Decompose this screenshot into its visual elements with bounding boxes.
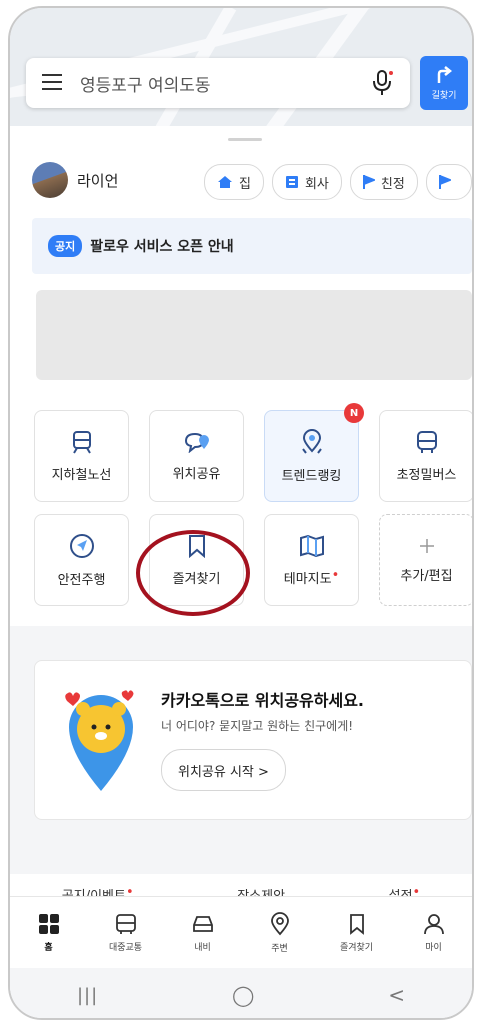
theme-map-icon — [299, 534, 324, 557]
menu-grid: 지하철노선 위치공유 N 트렌드랭킹 초정밀버스 안전주행 즐겨찾기 테마지도•… — [34, 403, 472, 606]
bookmark-icon — [188, 534, 205, 558]
tile-label-wrap: 테마지도• — [284, 568, 340, 587]
search-location-text[interactable]: 영등포구 여의도동 — [80, 71, 372, 96]
profile-name: 라이언 — [77, 171, 119, 190]
notice-text: 팔로우 서비스 오픈 안내 — [90, 239, 234, 255]
location-share-promo[interactable]: 카카오톡으로 위치공유하세요. 너 어디야? 묻지말고 원하는 친구에게! 위치… — [34, 660, 472, 820]
directions-label: 길찾기 — [431, 91, 457, 101]
promo-subtitle: 너 어디야? 묻지말고 원하는 친구에게! — [161, 719, 354, 733]
hamburger-menu-icon[interactable] — [42, 74, 66, 92]
bus-icon — [115, 914, 136, 934]
tile-favorites[interactable]: 즐겨찾기 — [149, 514, 244, 606]
flag-icon — [438, 175, 451, 189]
tab-home[interactable]: 홈 — [19, 913, 79, 953]
new-badge: N — [344, 403, 364, 423]
sheet-handle[interactable] — [228, 138, 262, 141]
tab-navi[interactable]: 내비 — [173, 913, 233, 953]
start-location-share-button[interactable]: 위치공유 시작 > — [161, 749, 286, 791]
bus-icon — [416, 430, 437, 453]
microphone-icon[interactable] — [372, 69, 394, 97]
tile-label: 초정밀버스 — [396, 467, 457, 483]
system-nav-bar: ||| ◯ < — [10, 968, 472, 1018]
main-section: 라이언 집 회사 친정 공지 팔로우 서비스 오픈 안내 지하철노선 위치공유 … — [10, 126, 472, 626]
tile-subway[interactable]: 지하철노선 — [34, 410, 129, 502]
chip-home[interactable]: 집 — [204, 164, 264, 200]
recent-apps-button[interactable]: ||| — [77, 985, 98, 1006]
turn-arrow-icon — [437, 66, 453, 83]
notice-badge: 공지 — [48, 235, 83, 257]
avatar[interactable] — [32, 162, 68, 198]
tab-nearby[interactable]: 주변 — [250, 912, 310, 954]
flag-icon — [362, 175, 375, 189]
pin-icon — [270, 912, 289, 936]
directions-button[interactable]: 길찾기 — [420, 56, 468, 110]
new-dot: • — [331, 567, 340, 583]
profile[interactable]: 라이언 — [32, 162, 118, 198]
bottom-tab-bar: 홈 대중교통 내비 주변 즐겨찾기 마이 — [10, 896, 472, 969]
chip-label: 집 — [239, 176, 251, 192]
tab-my[interactable]: 마이 — [404, 913, 464, 953]
tile-label: 테마지도 — [283, 571, 332, 587]
tab-favorites[interactable]: 즐겨찾기 — [327, 913, 387, 953]
tile-label: 위치공유 — [172, 466, 221, 482]
company-icon — [285, 176, 298, 188]
home-button[interactable]: ◯ — [232, 983, 254, 1007]
tab-label: 즐겨찾기 — [339, 943, 374, 953]
person-icon — [423, 914, 444, 935]
promo-title: 카카오톡으로 위치공유하세요. — [161, 691, 365, 710]
tab-label: 내비 — [194, 943, 211, 953]
tile-label: 즐겨찾기 — [172, 571, 221, 587]
search-bar[interactable]: 영등포구 여의도동 — [26, 58, 410, 108]
phone-frame: 영등포구 여의도동 길찾기 라이언 집 회사 친정 공지 팔로우 서비스 오픈 … — [8, 6, 474, 1020]
navigation-arrow-icon — [69, 533, 94, 558]
home-icon — [218, 176, 232, 188]
chip-more[interactable] — [425, 164, 472, 200]
chip-label: 회사 — [304, 176, 329, 192]
tile-label: 안전주행 — [57, 572, 106, 588]
tile-label: 트렌드랭킹 — [281, 468, 342, 484]
chip-company[interactable]: 회사 — [271, 164, 342, 200]
plus-icon — [419, 538, 434, 553]
tile-trend-ranking[interactable]: N 트렌드랭킹 — [264, 403, 364, 502]
quick-places: 집 회사 친정 — [204, 164, 472, 200]
bottom-sheet: 라이언 집 회사 친정 공지 팔로우 서비스 오픈 안내 지하철노선 위치공유 … — [10, 126, 472, 1018]
notice-bar[interactable]: 공지 팔로우 서비스 오픈 안내 — [32, 218, 472, 274]
tab-label: 홈 — [44, 943, 53, 953]
tile-label: 지하철노선 — [51, 467, 112, 483]
tile-theme-map[interactable]: 테마지도• — [264, 514, 359, 606]
tile-precise-bus[interactable]: 초정밀버스 — [379, 410, 472, 502]
back-button[interactable]: < — [388, 983, 405, 1007]
tile-safe-driving[interactable]: 안전주행 — [34, 514, 129, 606]
location-share-icon — [184, 432, 209, 453]
chip-parents[interactable]: 친정 — [349, 164, 418, 200]
trend-pin-icon — [301, 428, 322, 454]
tab-label: 마이 — [425, 943, 442, 953]
tab-transit[interactable]: 대중교통 — [96, 913, 156, 953]
ryan-mascot-image — [65, 690, 134, 791]
car-icon — [192, 916, 213, 932]
tab-label: 대중교통 — [108, 943, 143, 953]
bookmark-icon — [349, 914, 364, 935]
subway-icon — [72, 430, 91, 454]
tile-location-share[interactable]: 위치공유 — [149, 410, 244, 502]
banner-placeholder[interactable] — [36, 290, 472, 380]
tile-label: 추가/편집 — [400, 568, 453, 584]
tab-label: 주변 — [271, 944, 288, 954]
chip-label: 친정 — [380, 176, 405, 192]
tile-add-edit[interactable]: 추가/편집 — [379, 514, 472, 606]
home-grid-icon — [38, 914, 59, 934]
